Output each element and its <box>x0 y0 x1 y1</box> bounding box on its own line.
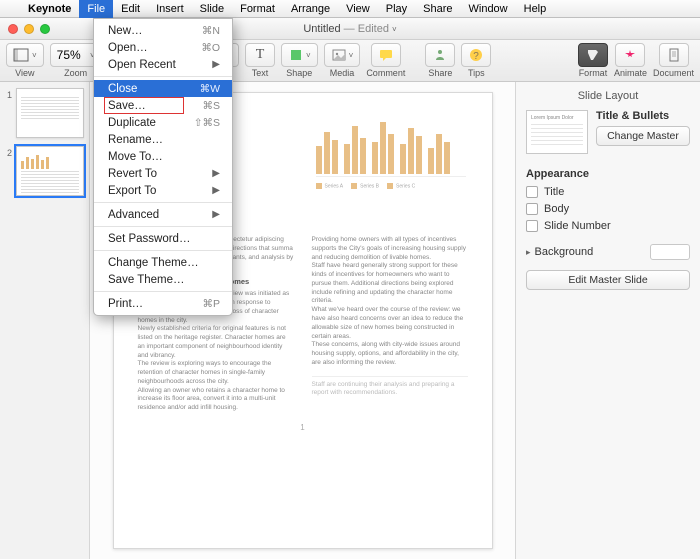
slide-thumb[interactable]: 1 <box>4 88 85 138</box>
view-button[interactable]: ˅ <box>6 43 44 67</box>
chart-legend: Series ASeries BSeries C <box>316 183 466 189</box>
menu-item-save[interactable]: Save…⌘S <box>94 97 232 114</box>
document-button[interactable] <box>659 43 689 67</box>
format-label: Format <box>579 68 608 78</box>
media-label: Media <box>330 68 355 78</box>
comment-label: Comment <box>366 68 405 78</box>
menu-help[interactable]: Help <box>516 0 555 18</box>
system-menubar: Keynote File Edit Insert Slide Format Ar… <box>0 0 700 18</box>
document-title[interactable]: Untitled — Edited ˅ <box>303 23 396 35</box>
menu-slide[interactable]: Slide <box>192 0 232 18</box>
menu-play[interactable]: Play <box>378 0 415 18</box>
master-name: Title & Bullets <box>596 110 690 122</box>
menu-item-new[interactable]: New…⌘N <box>94 22 232 39</box>
page-number: 1 <box>138 423 468 432</box>
slide-thumb[interactable]: 2 <box>4 146 85 196</box>
change-master-button[interactable]: Change Master <box>596 126 690 146</box>
menu-item-export-to[interactable]: Export To▶ <box>94 182 232 199</box>
inspector-title: Slide Layout <box>526 90 690 102</box>
tips-button[interactable]: ? <box>461 43 491 67</box>
master-thumbnail[interactable]: Lorem Ipsum Dolor <box>526 110 588 154</box>
document-label: Document <box>653 68 694 78</box>
slide-preview <box>16 88 84 138</box>
menu-share[interactable]: Share <box>415 0 460 18</box>
menu-arrange[interactable]: Arrange <box>283 0 338 18</box>
menu-item-set-password[interactable]: Set Password… <box>94 230 232 247</box>
shape-button[interactable]: ˅ <box>281 43 318 67</box>
body-checkbox[interactable]: Body <box>526 203 690 215</box>
inspector-panel: Slide Layout Lorem Ipsum Dolor Title & B… <box>515 82 700 559</box>
file-menu-dropdown: New…⌘NOpen…⌘OOpen Recent▶ Close⌘WSave…⌘SD… <box>93 18 233 316</box>
animate-button[interactable] <box>615 43 645 67</box>
edit-master-slide-button[interactable]: Edit Master Slide <box>526 270 690 290</box>
menu-item-duplicate[interactable]: Duplicate⇧⌘S <box>94 114 232 131</box>
background-swatch[interactable] <box>650 244 690 260</box>
menu-item-rename[interactable]: Rename… <box>94 131 232 148</box>
text-button[interactable]: T <box>245 43 275 67</box>
share-button[interactable] <box>425 43 455 67</box>
menu-window[interactable]: Window <box>461 0 516 18</box>
text-label: Text <box>252 68 269 78</box>
menu-item-close[interactable]: Close⌘W <box>94 80 232 97</box>
media-button[interactable]: ˅ <box>324 43 361 67</box>
slide-navigator[interactable]: 1 2 <box>0 82 90 559</box>
checkbox-icon <box>526 203 538 215</box>
slide-preview <box>16 146 84 196</box>
document-name: Untitled <box>303 23 340 35</box>
svg-text:?: ? <box>474 51 480 62</box>
comment-button[interactable] <box>371 43 401 67</box>
menu-item-save-theme[interactable]: Save Theme… <box>94 271 232 288</box>
menu-item-open-recent[interactable]: Open Recent▶ <box>94 56 232 73</box>
slide-chart[interactable]: Series ASeries BSeries C <box>316 121 466 189</box>
menu-item-advanced[interactable]: Advanced▶ <box>94 206 232 223</box>
menu-format[interactable]: Format <box>232 0 283 18</box>
view-label: View <box>15 68 34 78</box>
zoom-value: 75% <box>57 48 81 62</box>
checkbox-icon <box>526 186 538 198</box>
disclosure-triangle-icon: ▸ <box>526 247 531 257</box>
menu-item-revert-to[interactable]: Revert To▶ <box>94 165 232 182</box>
animate-label: Animate <box>614 68 647 78</box>
minimize-window-icon[interactable] <box>24 24 34 34</box>
menu-file[interactable]: File <box>79 0 113 18</box>
document-status: — Edited ˅ <box>344 23 397 35</box>
slide-number-checkbox[interactable]: Slide Number <box>526 220 690 232</box>
close-window-icon[interactable] <box>8 24 18 34</box>
menu-insert[interactable]: Insert <box>148 0 192 18</box>
share-label: Share <box>428 68 452 78</box>
menu-item-change-theme[interactable]: Change Theme… <box>94 254 232 271</box>
slide-number: 1 <box>4 88 12 100</box>
menu-item-move-to[interactable]: Move To… <box>94 148 232 165</box>
app-menu[interactable]: Keynote <box>20 3 79 15</box>
background-disclosure[interactable]: ▸Background <box>526 244 690 260</box>
title-checkbox[interactable]: Title <box>526 186 690 198</box>
menu-view[interactable]: View <box>338 0 378 18</box>
shape-label: Shape <box>286 68 312 78</box>
format-button[interactable] <box>578 43 608 67</box>
checkbox-icon <box>526 220 538 232</box>
zoom-window-icon[interactable] <box>40 24 50 34</box>
zoom-label: Zoom <box>64 68 87 78</box>
menu-edit[interactable]: Edit <box>113 0 148 18</box>
menu-item-open[interactable]: Open…⌘O <box>94 39 232 56</box>
appearance-heading: Appearance <box>526 168 690 180</box>
menu-item-print[interactable]: Print…⌘P <box>94 295 232 312</box>
tips-label: Tips <box>468 68 485 78</box>
slide-number: 2 <box>4 146 12 158</box>
